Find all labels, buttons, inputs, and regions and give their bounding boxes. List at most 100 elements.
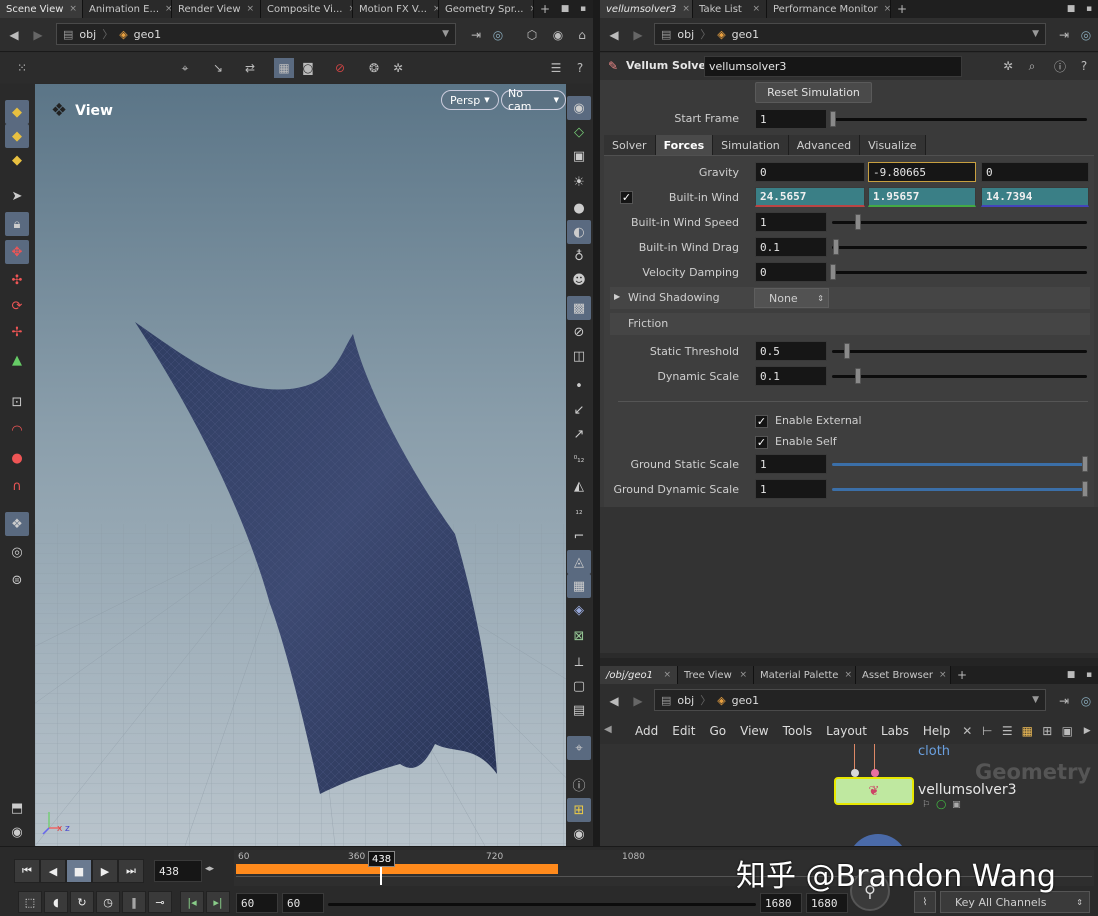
back-arrow-icon[interactable]: ◀ [604,691,624,711]
camera-icon[interactable]: ◎ [5,540,29,564]
rotate-icon[interactable]: ⟳ [5,294,29,318]
normal-icon[interactable]: ↙ [567,398,591,422]
tab-scene-view[interactable]: Scene View × [0,0,83,18]
pane-options-icon[interactable]: ▪ [574,0,592,19]
stop-icon[interactable]: ■ [66,859,92,883]
sphere-icon[interactable]: ● [567,196,591,220]
wind-speed-slider-knob[interactable] [855,214,861,230]
current-frame-field[interactable]: 438 [154,860,202,882]
vellumsolver3-node[interactable]: ❦ [834,777,914,805]
menu-layout[interactable]: Layout [819,724,874,738]
input-port[interactable] [851,769,859,777]
play-icon[interactable]: ▶ [92,859,118,883]
path-field[interactable]: ▤ obj 〉 ◈ geo1 ▼ [654,23,1046,45]
tab-motion-fx-view[interactable]: Motion FX V...× [353,0,439,18]
forward-arrow-icon[interactable]: ▶ [628,691,648,711]
shading-icon[interactable]: ❂ [364,58,384,78]
close-icon[interactable]: × [247,4,255,14]
add-tab-icon[interactable]: + [534,0,556,19]
window-icon[interactable]: ▣ [1057,721,1077,741]
path-root[interactable]: obj [677,28,694,41]
tree-icon[interactable]: ⊢ [977,721,997,741]
pane-menu-icon[interactable]: ■ [1062,0,1080,19]
select-keys-icon[interactable]: ⬚ [18,891,42,913]
image-icon[interactable]: ▤ [567,698,591,722]
dynamic-scale-field[interactable]: 0.1 [755,366,827,386]
layout-icon[interactable]: ⊞ [567,798,591,822]
point-number-icon[interactable]: ⁰₁₂ [567,448,591,472]
pane-options-icon[interactable]: ▪ [1080,665,1098,685]
select-mode-icon[interactable]: ↘ [208,58,228,78]
ground-static-slider-knob[interactable] [1082,456,1088,472]
link-icon[interactable]: ◎ [1076,691,1096,711]
lock-icon[interactable]: 🔒︎ [5,212,29,236]
pane-menu-icon[interactable]: ■ [556,0,574,19]
list-icon[interactable]: ☰ [997,721,1017,741]
wind-speed-field[interactable]: 1 [755,212,827,232]
static-threshold-slider-knob[interactable] [844,343,850,359]
tab-render-view[interactable]: Render View × [172,0,261,18]
path-field[interactable]: ▤ obj 〉 ◈ geo1 ▼ [654,689,1046,711]
tab-forces[interactable]: Forces [655,135,714,155]
collapse-icon[interactable]: ◀ [604,724,612,735]
gear-icon[interactable]: ✲ [998,56,1018,76]
display-geo-icon[interactable]: ⬡ [522,25,542,45]
dropdown-icon[interactable]: ▼ [1032,29,1039,39]
vector-icon[interactable]: ↗ [567,422,591,446]
scale-icon[interactable]: ✢ [5,320,29,344]
snap-icon[interactable]: ⌖ [175,58,195,78]
render-icon[interactable]: ⬒ [5,796,29,820]
info-icon[interactable]: ⓘ [1050,56,1070,76]
wind-shadowing-folder[interactable]: ▶ Wind Shadowing None ⇕ [610,287,1090,309]
node-name-field[interactable]: vellumsolver3 [704,56,962,77]
wind-drag-slider-knob[interactable] [833,239,839,255]
upstream-node-label[interactable]: cloth [918,744,950,759]
state-icon[interactable]: ◆ [5,100,29,124]
tab-take-list[interactable]: Take List × [693,0,767,18]
back-arrow-icon[interactable]: ◀ [604,25,624,45]
brush-icon[interactable]: ◠ [5,418,29,442]
link-icon[interactable]: ◎ [488,25,508,45]
tab-visualize[interactable]: Visualize [860,135,926,155]
light-bulb-icon[interactable]: ☀ [567,170,591,194]
tab-geometry-spreadsheet[interactable]: Geometry Spr...× [439,0,534,18]
ghost-icon[interactable]: ◇ [567,120,591,144]
range-end-field[interactable]: 1680 [760,893,802,913]
3d-viewport[interactable]: ❖ View Persp ▼ No cam ▼ x z [35,84,566,846]
enable-external-checkbox[interactable]: ✓ [755,415,768,428]
diamond-icon[interactable]: ◈ [567,598,591,622]
step-frame-icon[interactable]: ◂▸ [205,864,214,874]
close-icon[interactable]: × [663,670,671,680]
lock-flag-icon[interactable]: ▣ [952,800,961,810]
gravity-x-field[interactable]: 0 [755,162,865,182]
grid-dots-icon[interactable]: ⁙ [12,58,32,78]
ticks-icon[interactable]: ‖ [122,891,146,913]
pose-icon[interactable]: ▲ [5,348,29,372]
range-start-field[interactable]: 60 [282,893,324,913]
snapshot-icon[interactable]: ◉ [5,820,29,844]
input-port[interactable] [871,769,879,777]
velocity-damping-slider[interactable] [832,271,1087,274]
prim-icon[interactable]: ◭ [567,474,591,498]
select-arrow-icon[interactable]: ➤ [5,184,29,208]
back-arrow-icon[interactable]: ◀ [4,25,24,45]
close-icon[interactable]: × [939,670,947,680]
ground-static-slider[interactable] [832,463,1087,466]
display-icon[interactable]: ◉ [567,96,591,120]
display-options-icon[interactable]: ☰ [546,58,566,78]
start-frame-slider-knob[interactable] [830,111,836,127]
tab-composite-view[interactable]: Composite Vi...× [261,0,353,18]
settings-gear-icon[interactable]: ✲ [388,58,408,78]
forward-arrow-icon[interactable]: ▶ [628,25,648,45]
dropdown-icon[interactable]: ▼ [1032,695,1039,705]
camera-mode-dropdown[interactable]: Persp ▼ [441,90,499,110]
start-frame-field[interactable]: 1 [755,109,827,129]
pin-icon[interactable]: ⇥ [1054,691,1074,711]
transform-mode-icon[interactable]: ⇄ [240,58,260,78]
forward-arrow-icon[interactable]: ▶ [28,25,48,45]
path-node[interactable]: geo1 [732,694,759,707]
dropdown-icon[interactable]: ▼ [442,29,449,39]
pane-divider[interactable] [593,0,600,916]
tab-asset-browser[interactable]: Asset Browser × [856,666,951,684]
ground-dynamic-field[interactable]: 1 [755,479,827,499]
